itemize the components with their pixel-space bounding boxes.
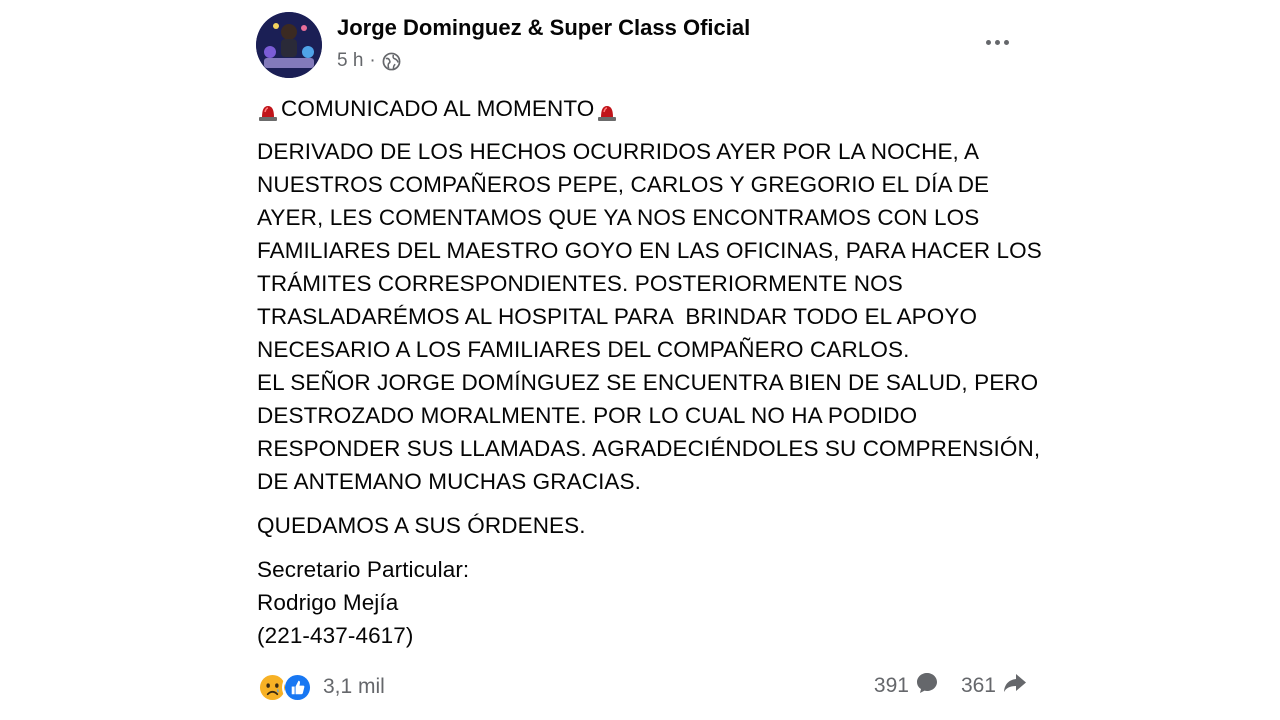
body-line: NECESARIO A LOS FAMILIARES DEL COMPAÑERO… — [257, 337, 910, 362]
comment-icon — [915, 671, 939, 701]
like-reaction-icon — [282, 671, 313, 703]
share-icon — [1002, 671, 1028, 701]
engagement-stats: 391 361 — [874, 671, 1028, 701]
body-line: FAMILIARES DEL MAESTRO GOYO EN LAS OFICI… — [257, 238, 1042, 263]
signature-title: Secretario Particular: — [257, 557, 470, 582]
body-line: NUESTROS COMPAÑEROS PEPE, CARLOS Y GREGO… — [257, 172, 990, 197]
page-avatar[interactable] — [256, 12, 322, 78]
closing-line: QUEDAMOS A SUS ÓRDENES. — [257, 513, 586, 538]
signature-name: Rodrigo Mejía — [257, 590, 399, 615]
comments-count: 391 — [873, 674, 909, 697]
reaction-count[interactable]: 3,1 mil — [323, 675, 385, 699]
body-line: EL SEÑOR JORGE DOMÍNGUEZ SE ENCUENTRA BI… — [257, 370, 1039, 395]
police-light-emoji-left — [257, 98, 279, 121]
body-line: DE ANTEMANO MUCHAS GRACIAS. — [257, 469, 642, 494]
body-line: TRÁMITES CORRESPONDIENTES. POSTERIORMENT… — [257, 271, 903, 296]
signature-phone: (221-437-4617) — [257, 623, 414, 648]
comments-stat[interactable]: 391 — [874, 671, 939, 701]
body-line: TRASLADARÉMOS AL HOSPITAL PARA BRINDAR T… — [257, 304, 978, 329]
headline-text: COMUNICADO AL MOMENTO — [281, 96, 595, 121]
body-line: AYER, LES COMENTAMOS QUE YA NOS ENCONTRA… — [257, 205, 980, 230]
meta-separator: · — [369, 50, 376, 71]
post-body: COMUNICADO AL MOMENTO DERIVADO DE LOS HE… — [257, 92, 1047, 652]
reactions-summary[interactable]: 3,1 mil — [257, 670, 385, 704]
post-meta: 5 h · — [337, 50, 401, 72]
page-name[interactable]: Jorge Dominguez & Super Class Oficial — [337, 15, 750, 41]
body-line: DERIVADO DE LOS HECHOS OCURRIDOS AYER PO… — [257, 139, 980, 164]
facebook-post: Jorge Dominguez & Super Class Oficial 5 … — [0, 0, 1280, 720]
post-headline: COMUNICADO AL MOMENTO — [257, 92, 1047, 125]
globe-icon[interactable] — [382, 52, 401, 71]
more-options-icon[interactable] — [978, 30, 1016, 54]
body-line: RESPONDER SUS LLAMADAS. AGRADECIÉNDOLES … — [257, 436, 1041, 461]
post-time[interactable]: 5 h — [337, 50, 363, 72]
shares-stat[interactable]: 361 — [961, 671, 1028, 701]
shares-count: 361 — [960, 674, 996, 697]
body-line: DESTROZADO MORALMENTE. POR LO CUAL NO HA… — [257, 403, 918, 428]
police-light-emoji-right — [596, 98, 618, 121]
